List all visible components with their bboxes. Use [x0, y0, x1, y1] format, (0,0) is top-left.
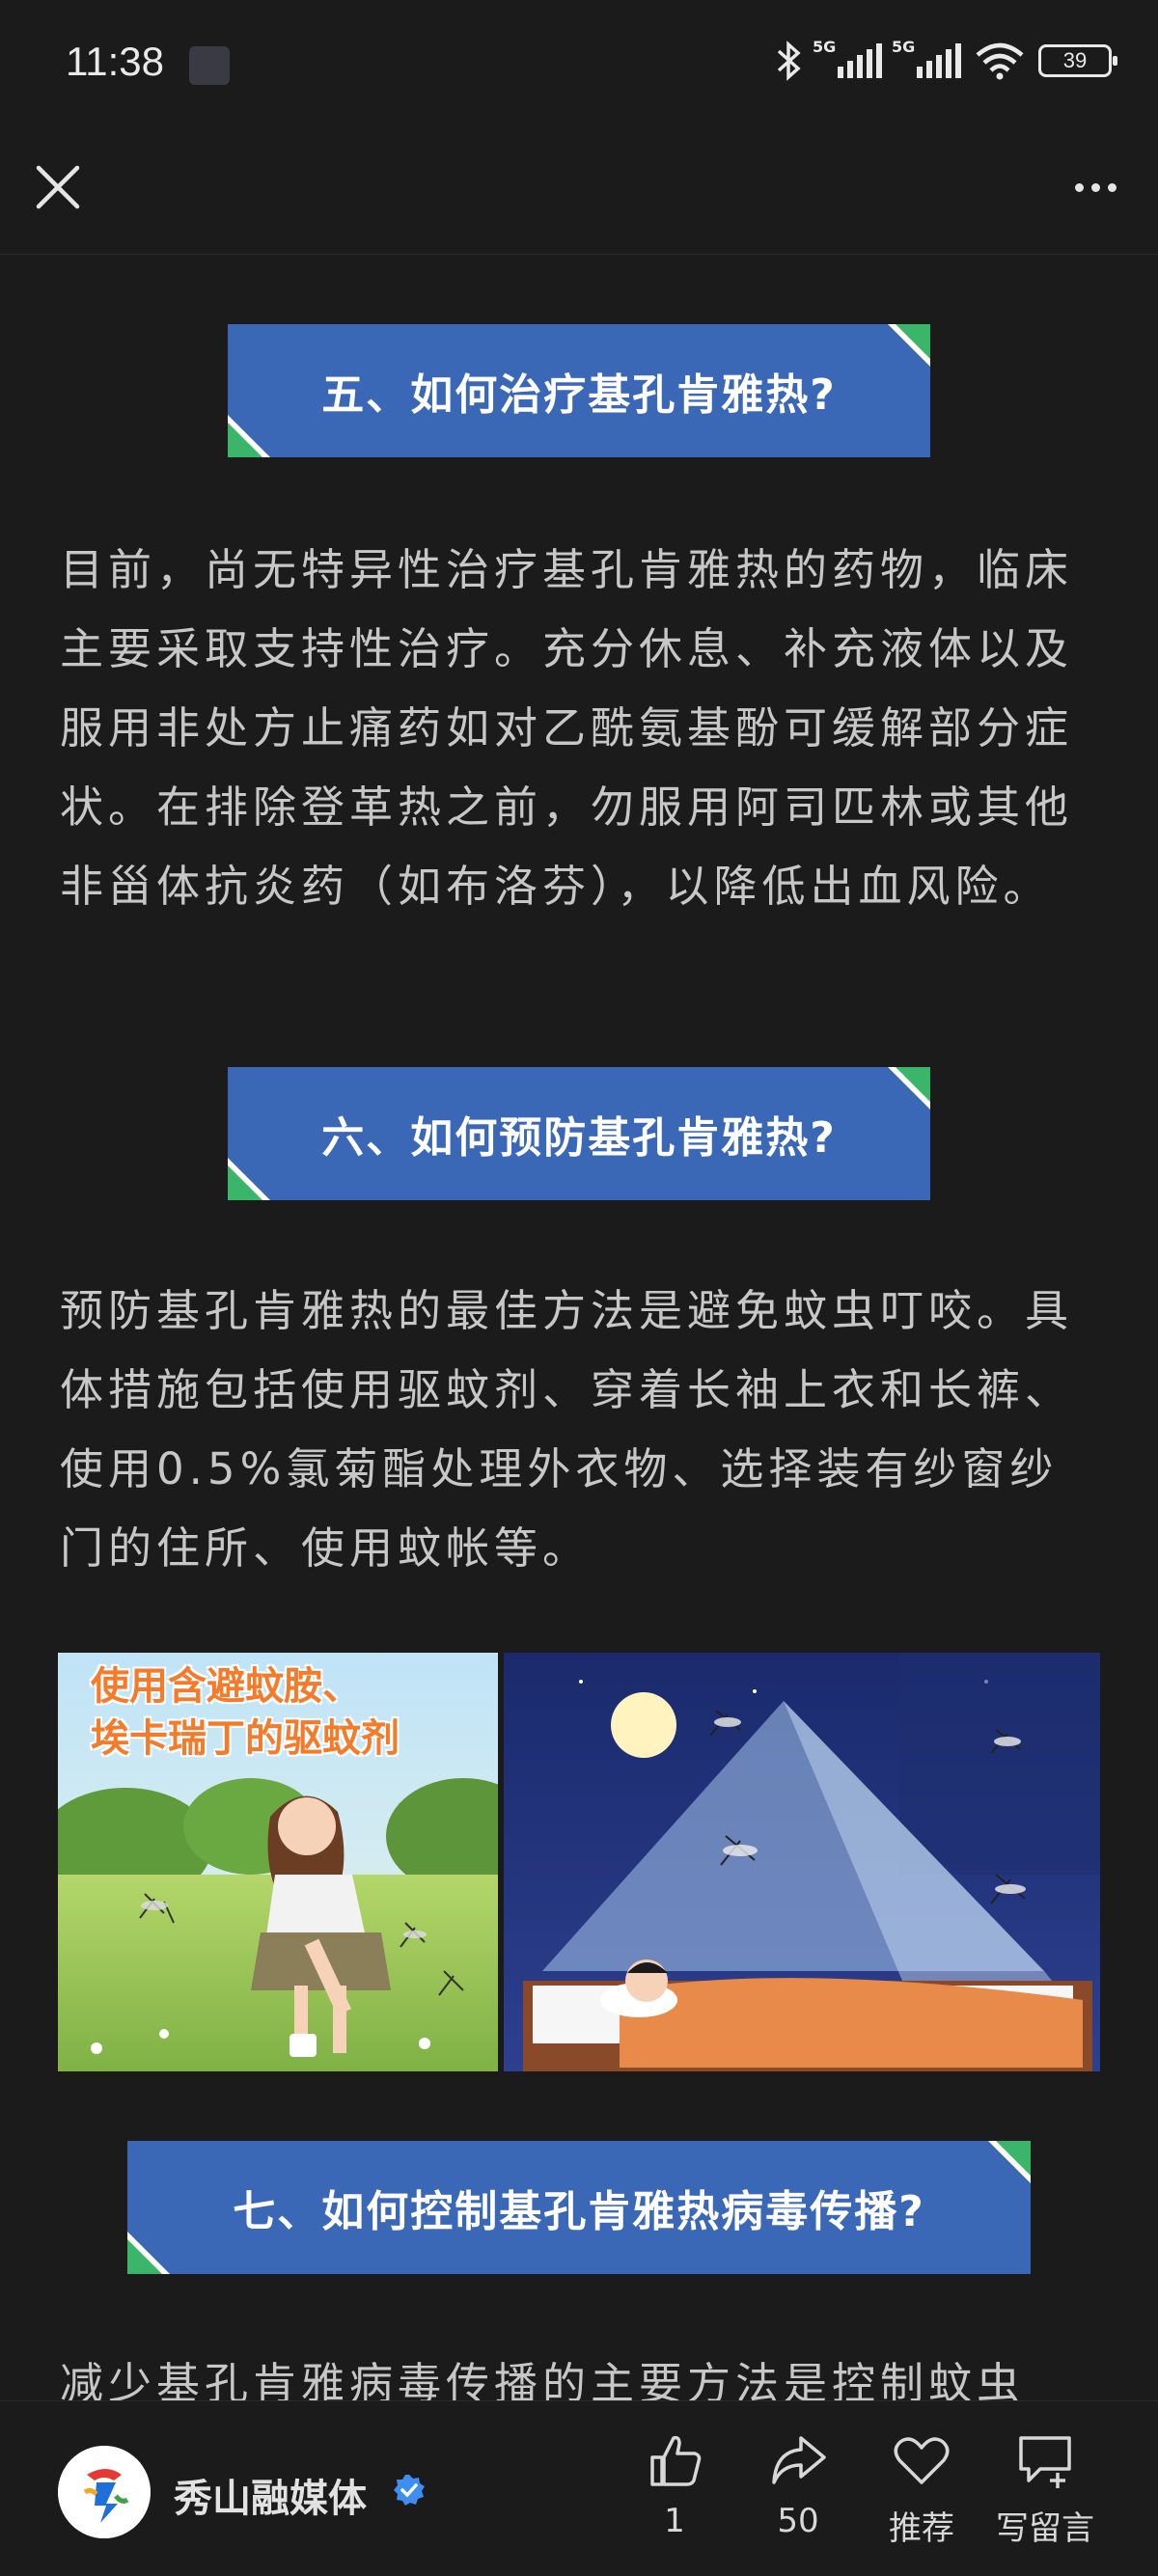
illustration-caption: 使用含避蚊胺、 埃卡瑞丁的驱蚊剂	[91, 1660, 400, 1765]
verified-badge-icon	[394, 2475, 425, 2506]
signal-icon: 5G	[892, 38, 961, 78]
account-avatar[interactable]	[58, 2446, 151, 2538]
article-paragraph: 目前，尚无特异性治疗基孔肯雅热的药物，临床主要采取支持性治疗。充分休息、补充液体…	[60, 544, 1074, 912]
share-button[interactable]: 50	[745, 2430, 851, 2556]
thumbs-up-icon	[650, 2435, 702, 2486]
write-comment-button[interactable]: 写留言	[992, 2430, 1098, 2556]
write-comment-label: 写留言	[996, 2509, 1094, 2548]
heading-corner-decoration	[127, 2232, 170, 2274]
heading-corner-decoration	[888, 324, 930, 367]
section-heading-text: 五、如何治疗基孔肯雅热?	[321, 370, 837, 420]
account-name[interactable]: 秀山融媒体	[174, 2467, 367, 2523]
close-icon	[36, 165, 80, 209]
status-time: 11:38	[66, 39, 164, 84]
section-heading-text: 六、如何预防基孔肯雅热?	[321, 1113, 837, 1163]
like-button[interactable]: 1	[621, 2430, 728, 2556]
heading-corner-decoration	[988, 2141, 1031, 2183]
section-heading-6: 六、如何预防基孔肯雅热?	[228, 1067, 930, 1200]
more-icon-dot	[1107, 182, 1117, 192]
section-heading-text: 七、如何控制基孔肯雅热病毒传播?	[233, 2187, 925, 2236]
status-bar: 11:38 5G 5G 39	[0, 0, 1158, 135]
heading-corner-decoration	[228, 1158, 270, 1200]
more-icon-dot	[1074, 182, 1084, 192]
share-count: 50	[777, 2502, 819, 2540]
nav-bar	[0, 135, 1158, 255]
network-type-label: 5G	[813, 38, 837, 56]
app-notification-icon	[189, 46, 230, 85]
bluetooth-icon	[777, 41, 801, 81]
wifi-icon	[976, 42, 1024, 80]
status-icons: 5G 5G 39	[774, 38, 1117, 81]
illustration-caption-line: 使用含避蚊胺、	[91, 1664, 361, 1709]
heart-icon	[894, 2437, 950, 2484]
recommend-button[interactable]: 推荐	[868, 2430, 975, 2556]
article-paragraph: 预防基孔肯雅热的最佳方法是避免蚊虫叮咬。具体措施包括使用驱蚊剂、穿着长袖上衣和长…	[60, 1285, 1074, 1574]
repellent-illustration: 使用含避蚊胺、 埃卡瑞丁的驱蚊剂	[58, 1653, 498, 2071]
mosquito-net-illustration	[504, 1653, 1100, 2071]
battery-level: 39	[1062, 48, 1088, 72]
section-heading-5: 五、如何治疗基孔肯雅热?	[228, 324, 930, 457]
mosquito-net-scene-image	[504, 1653, 1100, 2071]
account-logo-icon	[58, 2446, 151, 2538]
more-options-button[interactable]	[1062, 158, 1129, 216]
recommend-label: 推荐	[889, 2509, 954, 2548]
comment-add-icon	[1019, 2436, 1071, 2488]
illustration-caption-line: 埃卡瑞丁的驱蚊剂	[91, 1716, 400, 1761]
mosquito-prevention-illustration: 使用含避蚊胺、 埃卡瑞丁的驱蚊剂	[58, 1653, 1100, 2071]
like-count: 1	[664, 2502, 685, 2540]
close-button[interactable]	[29, 158, 87, 216]
section-heading-7: 七、如何控制基孔肯雅热病毒传播?	[127, 2141, 1031, 2274]
more-icon-dot	[1090, 182, 1100, 192]
bottom-action-bar: 秀山融媒体 1 50 推荐 写留言	[0, 2400, 1158, 2576]
signal-icon: 5G	[813, 38, 882, 78]
battery-icon: 39	[1038, 44, 1117, 77]
heading-corner-decoration	[228, 415, 270, 457]
network-type-label: 5G	[892, 38, 916, 56]
share-icon	[772, 2436, 826, 2484]
heading-corner-decoration	[888, 1067, 930, 1110]
